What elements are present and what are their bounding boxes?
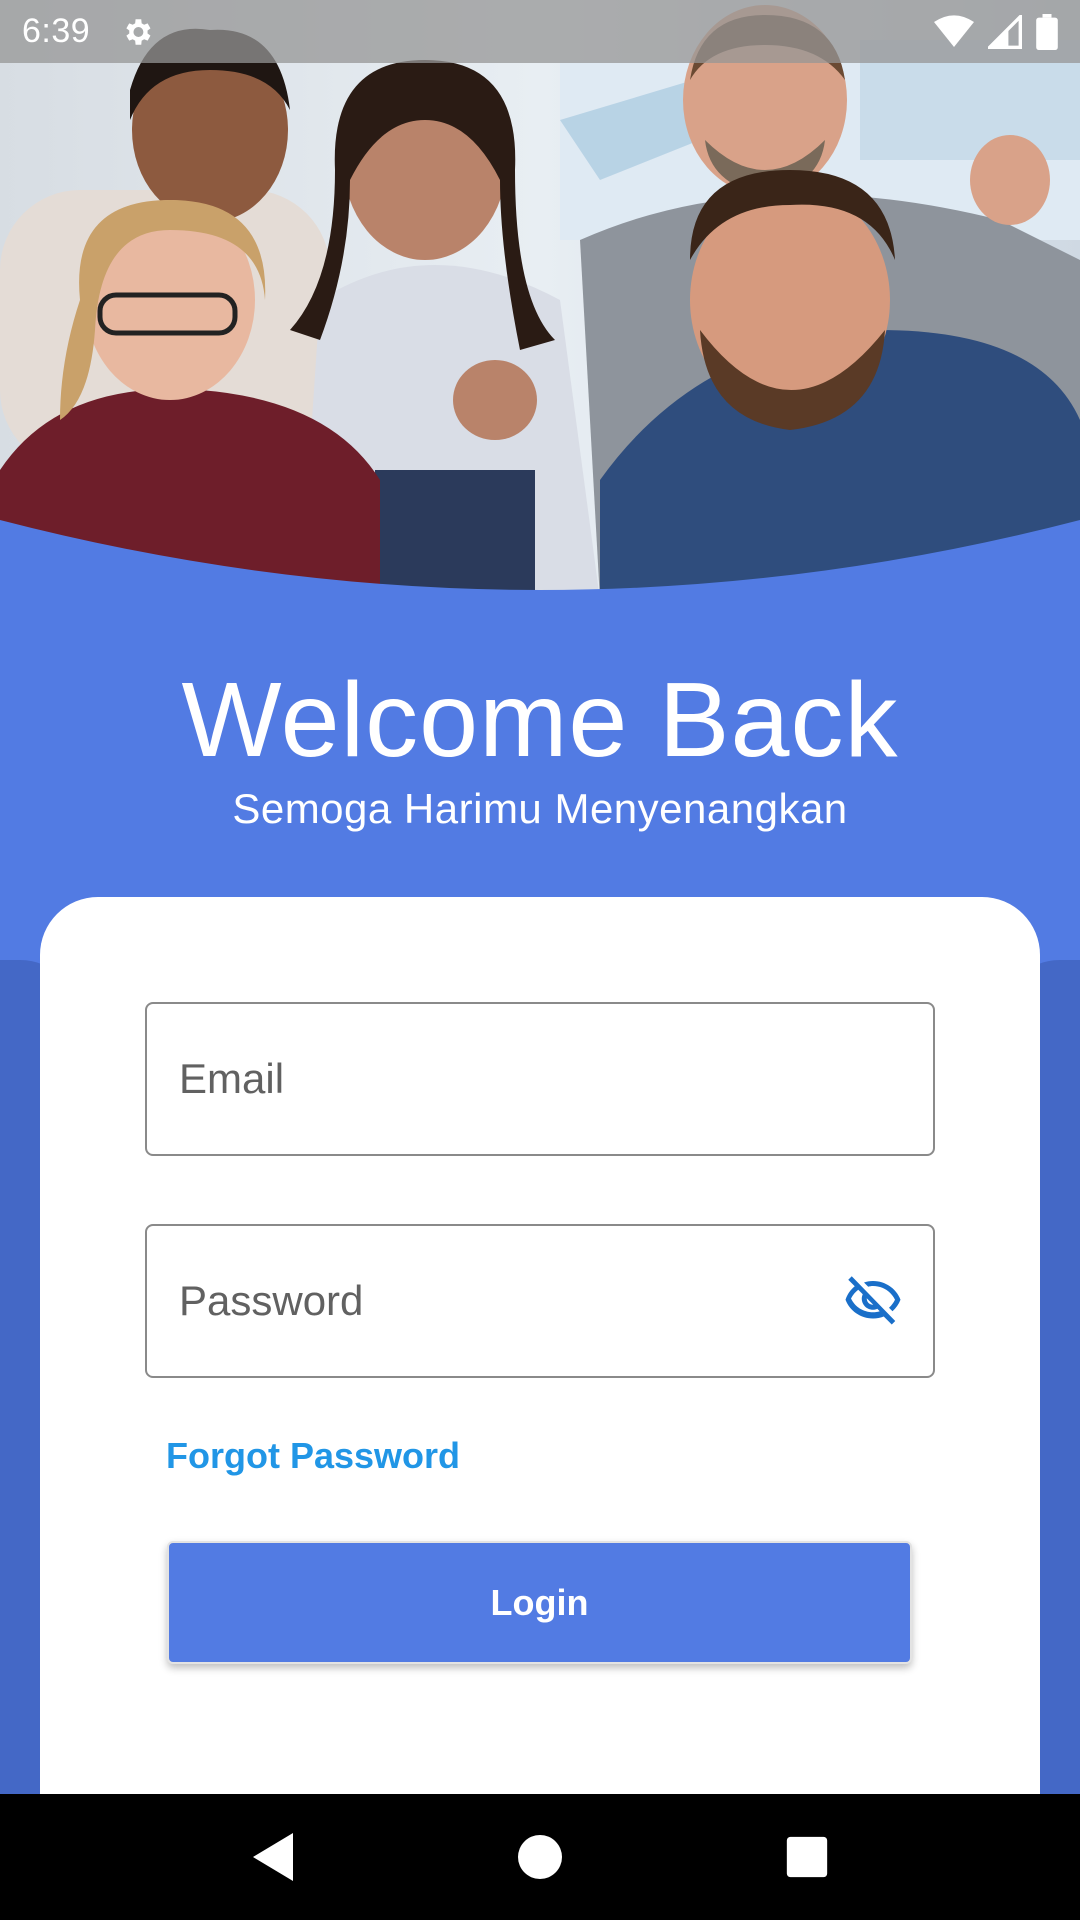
email-input[interactable] [177,1054,821,1104]
page-subtitle: Semoga Harimu Menyenangkan [232,785,848,832]
eye-off-icon[interactable] [843,1271,903,1331]
navigation-bar [0,1794,1080,1920]
back-button[interactable] [233,1817,313,1897]
password-input[interactable] [177,1276,821,1326]
status-time: 6:39 [22,12,91,50]
battery-icon [1036,13,1058,50]
gear-icon [126,18,151,45]
home-button[interactable] [500,1817,580,1897]
login-screen: 6:39 Welcome Back Semoga Harimu Menyenan… [0,0,1080,1920]
home-icon [517,1835,562,1879]
wifi-icon [934,14,974,47]
status-icons [934,13,1058,50]
login-card: Forgot Password Login [40,897,1040,1800]
group-photo [0,0,1080,600]
login-button[interactable]: Login [167,1541,912,1664]
email-field-container [145,1002,935,1156]
recents-icon [786,1836,827,1878]
hero-image [0,0,1080,600]
status-bar: 6:39 [0,0,1080,63]
page-title: Welcome Back [181,661,899,779]
password-field-container [145,1224,935,1378]
forgot-password-link[interactable]: Forgot Password [166,1435,460,1477]
back-icon [253,1833,294,1881]
recents-button[interactable] [767,1817,847,1897]
signal-icon [988,14,1022,49]
